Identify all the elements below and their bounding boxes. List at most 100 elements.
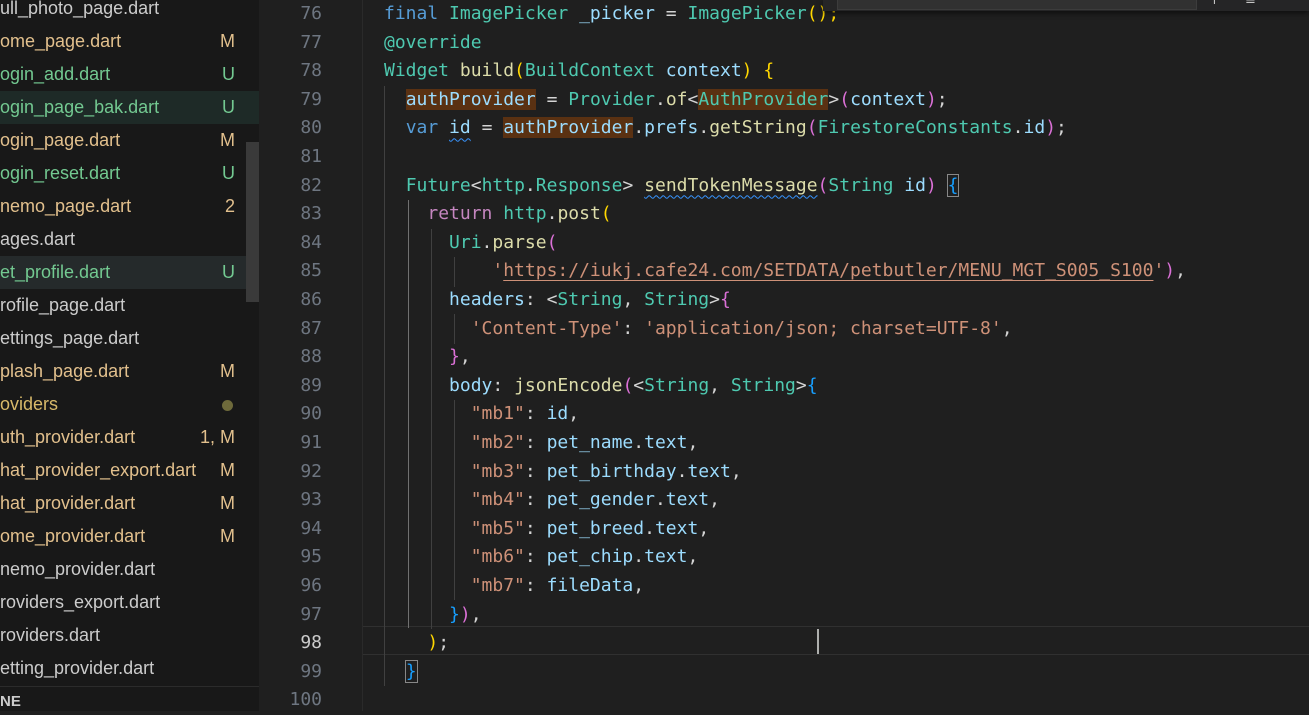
explorer-file-item[interactable]: ettings_page.dart — [0, 322, 259, 355]
line-number: 81 — [300, 146, 322, 167]
explorer-file-item[interactable]: roviders.dart — [0, 619, 259, 652]
token-operator: = — [481, 117, 493, 139]
code-line-79: authProvider = Provider.of<AuthProvider>… — [405, 88, 948, 110]
token-type: ImagePicker — [449, 3, 569, 24]
line-number: 82 — [300, 174, 322, 196]
token-variable: pet_name — [546, 432, 634, 453]
line-number: 90 — [300, 403, 322, 425]
git-status-badge: M — [220, 361, 235, 381]
git-status-badge: M — [220, 460, 235, 480]
explorer-file-item[interactable]: rofile_page.dart — [0, 289, 259, 322]
git-status-badge: 1, M — [199, 427, 235, 447]
code-editor[interactable]: final ImagePicker _picker = ImagePicker(… — [363, 0, 1309, 711]
token-variable: id — [546, 403, 569, 425]
token-variable-warning: id — [449, 117, 471, 139]
file-name-label: ages.dart — [0, 229, 76, 249]
line-number: 77 — [300, 31, 322, 53]
explorer-file-item[interactable]: ome_page.dart M — [0, 25, 259, 58]
explorer-file-item[interactable]: ull_photo_page.dart — [0, 0, 259, 25]
url-link[interactable]: https://iukj.cafe24.com/SETDATA/petbutle… — [503, 260, 1153, 281]
line-number: 87 — [300, 317, 322, 339]
explorer-file-item[interactable]: nemo_provider.dart — [0, 553, 259, 586]
token-type: http — [503, 203, 547, 225]
file-name-label: roviders_export.dart — [0, 592, 161, 612]
token-type: Future — [405, 174, 471, 196]
token-type: String — [644, 289, 710, 310]
token-variable: fileData — [546, 575, 634, 596]
token-variable: context — [850, 88, 926, 110]
file-name-label: ogin_page.dart — [0, 130, 121, 150]
code-line-93: "mb4": pet_gender.text, — [470, 489, 720, 511]
git-status-badge: U — [222, 262, 235, 282]
token-type: ImagePicker — [687, 3, 807, 24]
token-string: 'application/json; charset=UTF-8' — [644, 317, 1002, 339]
token-string: "mb5" — [470, 517, 525, 539]
code-line-96: "mb7": fileData, — [470, 575, 645, 596]
explorer-section-header[interactable]: NE — [0, 686, 259, 711]
file-name-label: ogin_add.dart — [0, 64, 111, 84]
git-status-badge: U — [222, 163, 235, 183]
explorer-file-item[interactable]: uth_provider.dart 1, M — [0, 421, 259, 454]
token-type: Response — [535, 174, 623, 196]
file-name-label: ogin_reset.dart — [0, 163, 121, 183]
sidebar-scrollbar-thumb[interactable] — [246, 142, 259, 302]
explorer-file-item[interactable]: hat_provider_export.dart M — [0, 454, 259, 487]
token-property: text — [687, 460, 731, 482]
token-string: "mb2" — [470, 432, 525, 453]
code-line-90: "mb1": id, — [470, 403, 580, 425]
explorer-file-item[interactable]: etting_provider.dart — [0, 652, 259, 685]
explorer-file-item[interactable]: ogin_page.dart M — [0, 124, 259, 157]
line-number: 92 — [300, 460, 322, 482]
code-line-87: 'Content-Type': 'application/json; chars… — [470, 317, 1013, 339]
explorer-folder-item[interactable]: oviders — [0, 388, 259, 421]
token-function-warning: sendTokenMessage — [644, 174, 818, 196]
explorer-file-item[interactable]: ages.dart — [0, 223, 259, 256]
explorer-file-item[interactable]: ogin_page_bak.dart U — [0, 91, 259, 124]
token-operator: = — [546, 88, 558, 110]
code-line-83: return http.post( — [427, 203, 612, 225]
token-variable: pet_breed — [546, 517, 645, 539]
line-number-gutter: 76 77 78 79 80 81 82 83 84 85 86 87 88 89 90 91 92 93 94 95… — [259, 0, 363, 711]
explorer-file-item[interactable]: plash_page.dart M — [0, 355, 259, 388]
find-input[interactable] — [837, 0, 1197, 10]
token-type-highlighted: AuthProvider — [698, 88, 829, 110]
line-number: 84 — [300, 231, 322, 253]
explorer-file-item[interactable]: nemo_page.dart 2 — [0, 190, 259, 223]
line-number: 86 — [300, 289, 322, 310]
git-status-badge: M — [220, 31, 235, 51]
explorer-file-item[interactable]: ogin_reset.dart U — [0, 157, 259, 190]
explorer-file-item[interactable]: et_profile.dart U — [0, 256, 259, 289]
code-line-92: "mb3": pet_birthday.text, — [470, 460, 742, 482]
explorer-file-item[interactable]: ogin_add.dart U — [0, 58, 259, 91]
file-name-label: oviders — [0, 394, 59, 414]
token-type: http — [481, 174, 525, 196]
code-line-77: @override — [384, 29, 482, 58]
file-name-label: ettings_page.dart — [0, 328, 140, 348]
menu-icon[interactable]: ≡ — [1245, 0, 1256, 8]
token-property: text — [644, 432, 688, 453]
line-number: 88 — [300, 346, 322, 368]
token-string: "mb3" — [470, 460, 525, 482]
arrow-up-icon[interactable]: ↑ — [1209, 0, 1220, 8]
file-name-label: hat_provider_export.dart — [0, 460, 197, 480]
file-name-label: ogin_page_bak.dart — [0, 97, 160, 117]
line-number: 85 — [300, 260, 322, 282]
file-name-label: nemo_page.dart — [0, 196, 132, 216]
token-function: parse — [492, 231, 547, 253]
explorer-file-item[interactable]: roviders_export.dart — [0, 586, 259, 619]
token-variable: pet_gender — [546, 489, 655, 511]
git-status-badge: U — [222, 64, 235, 84]
line-number: 80 — [300, 117, 322, 139]
token-function: build — [459, 60, 515, 82]
token-property: prefs — [644, 117, 699, 139]
token-type: String — [828, 174, 894, 196]
explorer-file-item[interactable]: ome_provider.dart M — [0, 520, 259, 553]
explorer-file-item[interactable]: hat_provider.dart M — [0, 487, 259, 520]
git-status-badge: U — [222, 97, 235, 117]
token-type: String — [644, 374, 710, 396]
token-string: "mb7" — [470, 575, 525, 596]
line-number: 91 — [300, 432, 322, 453]
code-line-94: "mb5": pet_breed.text, — [470, 517, 710, 539]
code-line-91: "mb2": pet_name.text, — [470, 432, 699, 453]
line-number: 93 — [300, 489, 322, 511]
